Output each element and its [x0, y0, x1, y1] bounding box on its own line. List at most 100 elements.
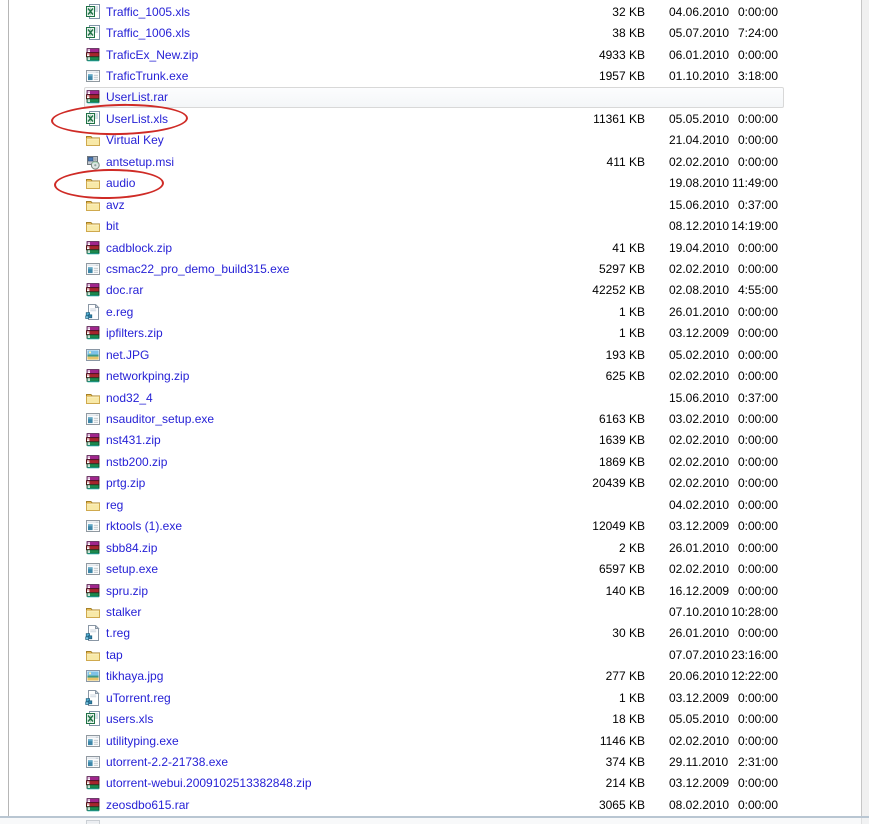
file-name-link[interactable]: t.reg	[106, 626, 544, 640]
application-exe-icon	[85, 411, 101, 427]
file-name-link[interactable]: prtg.zip	[106, 476, 544, 490]
file-name-link[interactable]: net.JPG	[106, 348, 544, 362]
file-row[interactable]: nst431.zip 1639 KB 02.02.2010 0:00:00	[0, 430, 861, 451]
file-row[interactable]: doc.rar 42252 KB 02.08.2010 4:55:00	[0, 280, 861, 301]
file-name-link[interactable]: audio	[106, 176, 544, 190]
file-name-link[interactable]: bit	[106, 219, 544, 233]
file-row[interactable]: users.xls 18 KB 05.05.2010 0:00:00	[0, 708, 861, 729]
file-row[interactable]: utorrent-webui.2009102513382848.zip 214 …	[0, 773, 861, 794]
file-row[interactable]: rktools (1).exe 12049 KB 03.12.2009 0:00…	[0, 516, 861, 537]
file-name-link[interactable]: TraficEx_New.zip	[106, 48, 544, 62]
file-row[interactable]: TraficEx_New.zip 4933 KB 06.01.2010 0:00…	[0, 44, 861, 65]
file-row[interactable]: TraficTrunk.exe 1957 KB 01.10.2010 3:18:…	[0, 65, 861, 86]
file-row[interactable]: Traffic_1005.xls 32 KB 04.06.2010 0:00:0…	[0, 1, 861, 22]
file-name-link[interactable]: nstb200.zip	[106, 455, 544, 469]
file-name-link[interactable]: nst431.zip	[106, 433, 544, 447]
application-exe-icon	[85, 261, 101, 277]
file-row[interactable]: tikhaya.jpg 277 KB 20.06.2010 12:22:00	[0, 666, 861, 687]
file-row[interactable]: antsetup.msi 411 KB 02.02.2010 0:00:00	[0, 151, 861, 172]
file-row[interactable]: t.reg 30 KB 26.01.2010 0:00:00	[0, 623, 861, 644]
excel-file-icon	[85, 110, 101, 127]
file-time: 11:49:00	[732, 176, 778, 191]
file-row[interactable]: audio 19.08.2010 11:49:00	[0, 173, 861, 194]
file-name-link[interactable]: utorrent-2.2-21738.exe	[106, 755, 544, 769]
file-row[interactable]: sbb84.zip 2 KB 26.01.2010 0:00:00	[0, 537, 861, 558]
file-size: 5297 KB	[598, 261, 645, 276]
file-name-link[interactable]: stalker	[106, 605, 544, 619]
file-row[interactable]: tap 07.07.2010 23:16:00	[0, 644, 861, 665]
excel-file-icon	[85, 3, 101, 20]
file-name-link[interactable]: doc.rar	[106, 283, 544, 297]
file-time: 0:00:00	[737, 712, 778, 727]
file-name-link[interactable]: cadblock.zip	[106, 241, 544, 255]
winrar-archive-icon	[85, 454, 101, 470]
file-row[interactable]: Virtual Key 21.04.2010 0:00:00	[0, 130, 861, 151]
file-row[interactable]: bit 08.12.2010 14:19:00	[0, 215, 861, 236]
file-row[interactable]: setup.exe 6597 KB 02.02.2010 0:00:00	[0, 558, 861, 579]
file-date: 05.05.2010	[669, 111, 730, 126]
file-row[interactable]: reg 04.02.2010 0:00:00	[0, 494, 861, 515]
file-date: 07.07.2010	[669, 647, 730, 662]
winrar-archive-icon	[85, 325, 101, 341]
file-row[interactable]: stalker 07.10.2010 10:28:00	[0, 601, 861, 622]
file-time: 0:37:00	[737, 197, 778, 212]
file-row[interactable]: e.reg 1 KB 26.01.2010 0:00:00	[0, 301, 861, 322]
file-name-link[interactable]: utilityping.exe	[106, 734, 544, 748]
file-row[interactable]: uTorrent.reg 1 KB 03.12.2009 0:00:00	[0, 687, 861, 708]
scrollbar-gutter[interactable]	[862, 0, 869, 824]
file-date: 02.02.2010	[669, 154, 730, 169]
msi-installer-icon	[85, 154, 101, 170]
file-name-link[interactable]: antsetup.msi	[106, 155, 544, 169]
file-name-link[interactable]: e.reg	[106, 305, 544, 319]
file-time: 0:00:00	[737, 690, 778, 705]
file-name-link[interactable]: tap	[106, 648, 544, 662]
file-row[interactable]: ipfilters.zip 1 KB 03.12.2009 0:00:00	[0, 323, 861, 344]
file-row[interactable]: nsauditor_setup.exe 6163 KB 03.02.2010 0…	[0, 408, 861, 429]
file-name-link[interactable]: rktools (1).exe	[106, 519, 544, 533]
file-name-link[interactable]: zeosdbo615.rar	[106, 798, 544, 812]
file-row[interactable]: avz 15.06.2010 0:37:00	[0, 194, 861, 215]
file-row[interactable]: net.JPG 193 KB 05.02.2010 0:00:00	[0, 344, 861, 365]
file-name-link[interactable]: utorrent-webui.2009102513382848.zip	[106, 776, 544, 790]
file-row[interactable]: cadblock.zip 41 KB 19.04.2010 0:00:00	[0, 237, 861, 258]
file-name-link[interactable]: sbb84.zip	[106, 541, 544, 555]
file-time: 0:00:00	[737, 133, 778, 148]
file-name-link[interactable]: setup.exe	[106, 562, 544, 576]
file-name-link[interactable]: reg	[106, 498, 544, 512]
file-name-link[interactable]: tikhaya.jpg	[106, 669, 544, 683]
file-row[interactable]: prtg.zip 20439 KB 02.02.2010 0:00:00	[0, 473, 861, 494]
file-name-link[interactable]: nsauditor_setup.exe	[106, 412, 544, 426]
file-date: 05.07.2010	[669, 26, 730, 41]
file-row[interactable]: spru.zip 140 KB 16.12.2009 0:00:00	[0, 580, 861, 601]
file-name-link[interactable]: spru.zip	[106, 584, 544, 598]
folder-icon	[85, 218, 101, 234]
file-row[interactable]: nstb200.zip 1869 KB 02.02.2010 0:00:00	[0, 451, 861, 472]
file-row[interactable]: utilityping.exe 1146 KB 02.02.2010 0:00:…	[0, 730, 861, 751]
file-name-link[interactable]: networkping.zip	[106, 369, 544, 383]
file-date: 15.06.2010	[669, 390, 730, 405]
file-size: 1146 KB	[599, 733, 645, 748]
file-date: 02.02.2010	[669, 369, 730, 384]
file-name-link[interactable]: TraficTrunk.exe	[106, 69, 544, 83]
file-name-link[interactable]: nod32_4	[106, 391, 544, 405]
file-row[interactable]: UserList.rar 1702 KB 01.04.2010 0:00:00	[0, 86, 861, 108]
file-size: 1869 KB	[598, 454, 645, 469]
file-name-link[interactable]: users.xls	[106, 712, 544, 726]
file-name-link[interactable]: uTorrent.reg	[106, 691, 544, 705]
file-row[interactable]: utorrent-2.2-21738.exe 374 KB 29.11.2010…	[0, 751, 861, 772]
file-name-link[interactable]: Traffic_1005.xls	[106, 5, 544, 19]
file-row[interactable]: UserList.xls 11361 KB 05.05.2010 0:00:00	[0, 108, 861, 129]
file-name-link[interactable]: csmac22_pro_demo_build315.exe	[106, 262, 544, 276]
file-row[interactable]: nod32_4 15.06.2010 0:37:00	[0, 387, 861, 408]
file-name-link[interactable]: avz	[106, 198, 544, 212]
file-row[interactable]: zeosdbo615.rar 3065 KB 08.02.2010 0:00:0…	[0, 794, 861, 815]
file-name-link[interactable]: Virtual Key	[106, 133, 544, 147]
file-name-link[interactable]: UserList.rar	[106, 90, 544, 104]
file-name-link[interactable]: ipfilters.zip	[106, 326, 544, 340]
file-name-link[interactable]: UserList.xls	[106, 112, 544, 126]
file-row[interactable]: csmac22_pro_demo_build315.exe 5297 KB 02…	[0, 258, 861, 279]
file-name-link[interactable]: Traffic_1006.xls	[106, 26, 544, 40]
file-date: 03.12.2009	[669, 690, 730, 705]
file-row[interactable]: networkping.zip 625 KB 02.02.2010 0:00:0…	[0, 365, 861, 386]
file-row[interactable]: Traffic_1006.xls 38 KB 05.07.2010 7:24:0…	[0, 22, 861, 43]
